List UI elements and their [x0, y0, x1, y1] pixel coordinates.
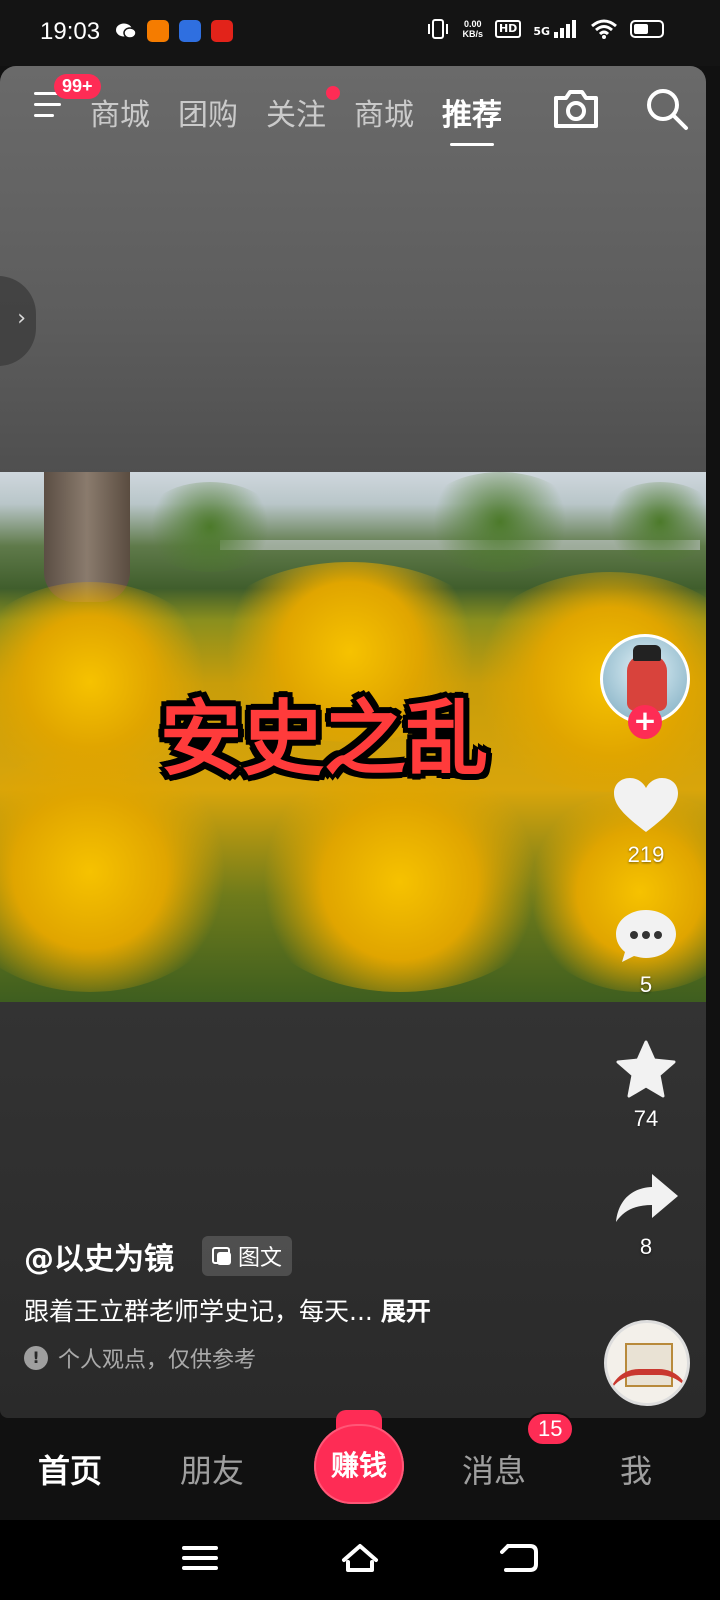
tab-following-label: 关注	[266, 98, 326, 133]
post-type-label: 图文	[238, 1246, 283, 1271]
photo-tree	[140, 482, 280, 572]
home-icon[interactable]	[340, 1540, 380, 1576]
following-dot	[326, 86, 340, 100]
wechat-icon	[116, 23, 137, 39]
notification-icons	[115, 20, 233, 42]
taobao-icon	[147, 20, 169, 42]
heart-icon	[614, 778, 678, 832]
description-text: 跟着王立群老师学史记，每天...	[24, 1297, 373, 1326]
signal-bars-icon	[554, 20, 576, 38]
net-speed: 0.00 KB/s	[462, 19, 483, 39]
status-right: 0.00 KB/s HD 5G	[426, 18, 664, 40]
tab-following[interactable]: 关注	[266, 86, 340, 134]
avatar-figure	[627, 645, 667, 711]
cell-signal: 5G	[533, 20, 578, 38]
tab-mall-partial[interactable]: 商城	[90, 90, 150, 134]
net-speed-value: 0.00	[463, 19, 482, 29]
top-nav: 99+ 商城 团购 关注 商城 推荐	[0, 66, 706, 166]
feed-tabs: 商城 团购 关注 商城 推荐	[90, 86, 502, 146]
menu-line	[34, 114, 55, 117]
comment-button[interactable]: 5	[606, 906, 686, 998]
author-name[interactable]: @以史为镜	[24, 1234, 174, 1278]
hd-indicator: HD	[494, 20, 522, 38]
vibrate-icon	[428, 19, 449, 39]
info-icon: !	[24, 1346, 48, 1370]
nav-home[interactable]: 首页	[38, 1446, 102, 1492]
status-bar: 19:03 0.00 KB/s HD 5G	[0, 0, 720, 66]
post-type-chip: 图文	[202, 1236, 293, 1276]
nav-friends[interactable]: 朋友	[180, 1446, 244, 1492]
image-title: 安史之乱	[160, 692, 489, 787]
status-time: 19:03	[40, 18, 101, 45]
post-description[interactable]: 跟着王立群老师学史记，每天... 展开	[24, 1292, 431, 1328]
feed-card[interactable]: 99+ 商城 团购 关注 商城 推荐 › 安史之乱 @以史为镜 图文 跟着王立群…	[0, 66, 706, 1418]
like-button[interactable]: 219	[606, 776, 686, 868]
nav-me[interactable]: 我	[620, 1446, 652, 1492]
music-disc[interactable]	[604, 1320, 690, 1406]
share-button[interactable]: 8	[606, 1168, 686, 1260]
follow-button[interactable]: +	[628, 705, 662, 739]
bottom-nav: 首页 朋友 赚钱 消息 15 我	[0, 1410, 720, 1520]
nav-earn-label: 赚钱	[330, 1449, 387, 1482]
baidu-icon	[179, 20, 201, 42]
share-arrow-icon	[616, 1174, 678, 1222]
tab-group-buy[interactable]: 团购	[178, 90, 238, 134]
flower-bush	[240, 772, 560, 992]
back-icon[interactable]	[500, 1540, 540, 1576]
photo-tree	[420, 472, 580, 572]
tab-recommend[interactable]: 推荐	[442, 90, 502, 146]
search-icon[interactable]	[644, 86, 690, 132]
post-image[interactable]: 安史之乱	[0, 472, 706, 1002]
camera-icon[interactable]	[552, 88, 600, 130]
favorite-count: 74	[633, 1106, 659, 1131]
share-count: 8	[639, 1234, 653, 1259]
comment-count: 5	[639, 972, 653, 997]
messages-badge: 15	[526, 1412, 575, 1446]
tab-mall[interactable]: 商城	[354, 90, 414, 134]
comment-icon	[616, 910, 676, 962]
star-icon	[616, 1040, 676, 1098]
music-disc-swirl	[609, 1369, 687, 1399]
gallery-icon	[212, 1247, 232, 1265]
news-icon	[211, 20, 233, 42]
like-count: 219	[627, 842, 665, 867]
net-speed-unit: KB/s	[462, 29, 483, 39]
recent-apps-icon[interactable]	[180, 1540, 220, 1576]
disclaimer-text: 个人观点，仅供参考	[58, 1348, 257, 1373]
photo-tree	[600, 482, 706, 562]
menu-line	[34, 103, 62, 106]
favorite-button[interactable]: 74	[606, 1040, 686, 1132]
battery-icon	[630, 20, 664, 38]
disclaimer: ! 个人观点，仅供参考	[24, 1342, 256, 1374]
system-nav-bar	[0, 1520, 720, 1600]
network-type: 5G	[533, 25, 550, 38]
nav-earn-button[interactable]: 赚钱	[314, 1410, 404, 1504]
nav-messages[interactable]: 消息	[462, 1446, 526, 1492]
side-drawer-handle[interactable]: ›	[0, 276, 36, 366]
wifi-icon	[591, 19, 617, 39]
chevron-right-icon: ›	[17, 306, 26, 331]
expand-link[interactable]: 展开	[381, 1297, 431, 1326]
